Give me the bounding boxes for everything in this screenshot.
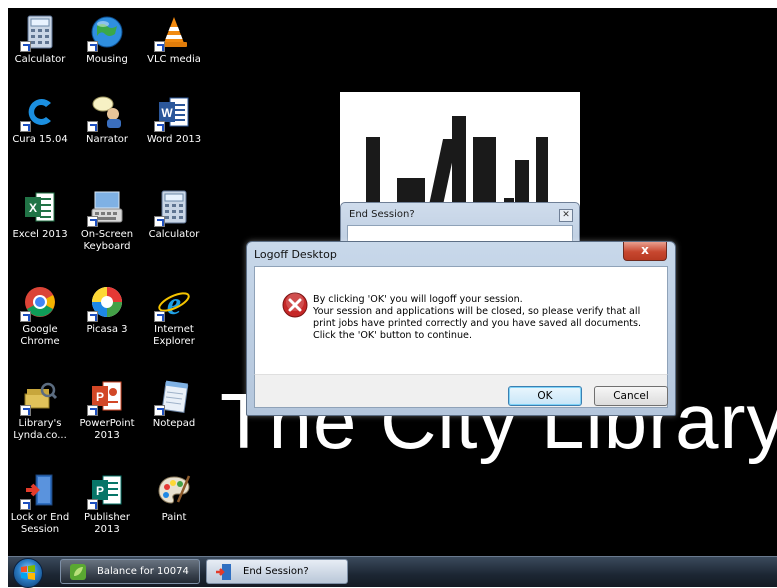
powerpoint-icon: P bbox=[87, 378, 125, 416]
desktop: End Session? ✕ The City Library Calculat… bbox=[8, 8, 777, 556]
desktop-icon-word[interactable]: W Word 2013 bbox=[142, 88, 206, 170]
svg-text:P: P bbox=[96, 390, 104, 404]
calculator-icon bbox=[154, 189, 192, 227]
taskbar-item-label: Balance for 10074 bbox=[97, 566, 189, 577]
dialog-close-button[interactable]: x bbox=[623, 242, 667, 261]
windows-logo-icon bbox=[21, 565, 35, 580]
dialog-footer: OK Cancel bbox=[254, 374, 668, 408]
desktop-icon-label: Picasa 3 bbox=[86, 324, 128, 335]
desktop-icon-label: Paint bbox=[161, 512, 187, 523]
vlc-cone-icon bbox=[154, 14, 192, 52]
desktop-icon-label: Internet Explorer bbox=[153, 324, 195, 347]
narrator-icon bbox=[87, 94, 125, 132]
desktop-icon-label: Excel 2013 bbox=[12, 229, 68, 240]
ie-icon: e bbox=[154, 284, 192, 322]
desktop-icon-label: Publisher 2013 bbox=[84, 512, 130, 535]
desktop-icon-onscreen-keyboard[interactable]: On-Screen Keyboard bbox=[75, 183, 139, 265]
end-session-close-icon[interactable]: ✕ bbox=[559, 209, 573, 222]
desktop-icon-internet-explorer[interactable]: e Internet Explorer bbox=[142, 278, 206, 360]
start-button[interactable] bbox=[13, 558, 43, 588]
desktop-icon-label: Google Chrome bbox=[20, 324, 60, 347]
desktop-icon-label: Lock or End Session bbox=[10, 512, 70, 535]
desktop-icon-label: Library's Lynda.co... bbox=[13, 418, 67, 441]
close-icon: x bbox=[641, 243, 649, 257]
excel-icon: X bbox=[22, 189, 58, 225]
desktop-icon-calculator[interactable]: Calculator bbox=[8, 8, 72, 90]
desktop-icon-label: On-Screen Keyboard bbox=[80, 229, 134, 252]
desktop-icon-vlc[interactable]: VLC media bbox=[142, 8, 206, 90]
taskbar-item-balance[interactable]: Balance for 10074 bbox=[60, 559, 200, 584]
calculator-icon bbox=[20, 14, 58, 52]
desktop-icon-label: Calculator bbox=[14, 54, 66, 65]
svg-text:X: X bbox=[29, 201, 37, 215]
lynda-icon bbox=[20, 378, 58, 416]
desktop-icon-lock-end-session[interactable]: Lock or End Session bbox=[8, 466, 72, 548]
error-icon bbox=[282, 292, 308, 318]
lock-door-icon bbox=[20, 472, 58, 510]
dialog-message-line-2: Your session and applications will be cl… bbox=[313, 306, 641, 317]
lock-door-icon bbox=[216, 564, 231, 580]
desktop-icon-label: VLC media bbox=[147, 54, 201, 65]
dialog-title: Logoff Desktop bbox=[254, 248, 337, 261]
desktop-icon-narrator[interactable]: Narrator bbox=[75, 88, 139, 170]
desktop-icon-label: Notepad bbox=[152, 418, 196, 429]
dialog-message-line-1: By clicking 'OK' you will logoff your se… bbox=[313, 294, 523, 305]
keyboard-icon bbox=[87, 189, 125, 227]
logoff-dialog: Logoff Desktop x By clicking 'OK' you wi… bbox=[246, 241, 676, 416]
desktop-icon-publisher[interactable]: P Publisher 2013 bbox=[75, 466, 139, 548]
desktop-icon-powerpoint[interactable]: P PowerPoint 2013 bbox=[75, 372, 139, 454]
desktop-icon-lynda[interactable]: Library's Lynda.co... bbox=[8, 372, 72, 454]
svg-text:W: W bbox=[161, 106, 173, 120]
desktop-icon-label: Mousing bbox=[86, 54, 128, 65]
taskbar-item-end-session[interactable]: End Session? bbox=[206, 559, 348, 584]
svg-text:P: P bbox=[96, 484, 104, 498]
desktop-icon-cura[interactable]: Cura 15.04 bbox=[8, 88, 72, 170]
ok-button[interactable]: OK bbox=[508, 386, 582, 406]
publisher-icon: P bbox=[87, 472, 125, 510]
cura-icon bbox=[20, 94, 58, 132]
chrome-icon bbox=[20, 284, 58, 322]
end-session-title: End Session? bbox=[349, 209, 415, 220]
desktop-icon-chrome[interactable]: Google Chrome bbox=[8, 278, 72, 360]
desktop-icon-label: Cura 15.04 bbox=[12, 134, 68, 145]
desktop-icon-label: Narrator bbox=[86, 134, 128, 145]
dialog-message-line-4: Click the 'OK' button to continue. bbox=[313, 330, 473, 341]
dialog-message-line-3: print jobs have printed correctly and yo… bbox=[313, 318, 642, 329]
cancel-button[interactable]: Cancel bbox=[594, 386, 668, 406]
desktop-icon-paint[interactable]: Paint bbox=[142, 466, 206, 548]
dialog-body: By clicking 'OK' you will logoff your se… bbox=[254, 266, 668, 376]
desktop-icon-label: Word 2013 bbox=[146, 134, 202, 145]
balance-icon bbox=[70, 564, 86, 580]
desktop-icon-excel[interactable]: X Excel 2013 bbox=[8, 183, 72, 265]
notepad-icon bbox=[154, 378, 192, 416]
desktop-icon-picasa[interactable]: Picasa 3 bbox=[75, 278, 139, 360]
desktop-icon-calculator-2[interactable]: Calculator bbox=[142, 183, 206, 265]
desktop-icon-label: PowerPoint 2013 bbox=[79, 418, 135, 441]
paint-palette-icon bbox=[156, 472, 192, 508]
desktop-icon-label: Calculator bbox=[148, 229, 200, 240]
taskbar-item-label: End Session? bbox=[243, 566, 309, 577]
svg-text:e: e bbox=[167, 285, 181, 320]
word-icon: W bbox=[154, 94, 192, 132]
desktop-icon-notepad[interactable]: Notepad bbox=[142, 372, 206, 454]
desktop-icon-mousing[interactable]: Mousing bbox=[75, 8, 139, 90]
globe-icon bbox=[87, 14, 125, 52]
taskbar: Balance for 10074 End Session? bbox=[8, 556, 777, 588]
picasa-icon bbox=[87, 284, 125, 322]
